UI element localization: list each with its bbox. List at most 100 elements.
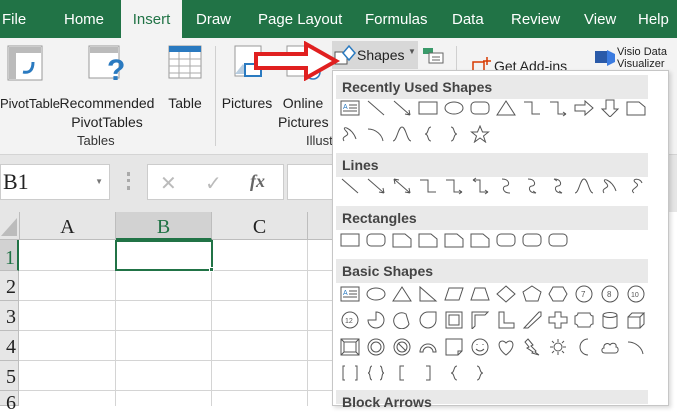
shape-snip-rect-icon[interactable] <box>415 228 441 252</box>
shape-left-bracket-icon[interactable] <box>389 361 415 385</box>
shape-freeform-icon[interactable] <box>337 122 363 146</box>
fill-handle[interactable] <box>209 267 214 272</box>
name-box[interactable]: B1 ▼ <box>0 164 110 200</box>
shape-right-arrow-icon[interactable] <box>571 96 597 120</box>
tab-page-layout[interactable]: Page Layout <box>252 0 348 38</box>
tab-view[interactable]: View <box>578 0 622 38</box>
table-button[interactable]: Table <box>164 44 206 113</box>
column-header-a[interactable]: A <box>20 212 116 240</box>
shape-snip-rect-icon[interactable] <box>623 96 649 120</box>
shape-scribble-icon[interactable] <box>623 174 649 198</box>
shape-hexagon-icon[interactable] <box>545 282 571 306</box>
shape-star-icon[interactable] <box>467 122 493 146</box>
shape-right-brace-icon[interactable] <box>467 361 493 385</box>
shape-cube-icon[interactable] <box>623 308 649 332</box>
shape-donut-icon[interactable] <box>363 335 389 359</box>
row-header-2[interactable]: 2 <box>0 271 19 301</box>
shape-pie-icon[interactable] <box>363 308 389 332</box>
shape-arc-icon[interactable] <box>623 335 649 359</box>
shape-parallelogram-icon[interactable] <box>441 282 467 306</box>
shape-decagon-10-icon[interactable]: 10 <box>623 282 649 306</box>
pivottable-button[interactable]: PivotTable <box>0 44 60 113</box>
shape-elbow-arrow-icon[interactable] <box>441 174 467 198</box>
shapes-button[interactable]: Shapes ▼ <box>332 41 418 69</box>
shape-right-triangle-icon[interactable] <box>415 282 441 306</box>
shape-right-brace-icon[interactable] <box>441 122 467 146</box>
tab-insert[interactable]: Insert <box>121 0 182 38</box>
shape-snip-rect-icon[interactable] <box>389 228 415 252</box>
tab-formulas[interactable]: Formulas <box>359 0 434 38</box>
shape-heart-icon[interactable] <box>493 335 519 359</box>
shape-arc-icon[interactable] <box>363 122 389 146</box>
shape-textbox-icon[interactable]: A <box>337 282 363 306</box>
shape-snip-rect-icon[interactable] <box>441 228 467 252</box>
shape-elbow-icon[interactable] <box>519 96 545 120</box>
shape-rounded-rect-icon[interactable] <box>545 228 571 252</box>
shape-half-frame-icon[interactable] <box>467 308 493 332</box>
shape-curve-connector-icon[interactable] <box>493 174 519 198</box>
row-header-5[interactable]: 5 <box>0 361 19 391</box>
shape-bracket-pair-icon[interactable] <box>337 361 363 385</box>
shape-left-brace-icon[interactable] <box>415 122 441 146</box>
column-header-b[interactable]: B <box>116 212 212 240</box>
shape-elbow-icon[interactable] <box>415 174 441 198</box>
shape-lightning-icon[interactable] <box>519 335 545 359</box>
shape-curve-arrow-icon[interactable] <box>519 174 545 198</box>
tab-draw[interactable]: Draw <box>190 0 237 38</box>
shape-right-bracket-icon[interactable] <box>415 361 441 385</box>
recommended-pivottables-button[interactable]: ? Recommended PivotTables <box>55 44 159 132</box>
shape-no-symbol-icon[interactable] <box>389 335 415 359</box>
shape-textbox-icon[interactable]: A <box>337 96 363 120</box>
shape-trapezoid-icon[interactable] <box>467 282 493 306</box>
shape-moon-icon[interactable] <box>571 335 597 359</box>
tab-review[interactable]: Review <box>505 0 566 38</box>
shape-arrow-icon[interactable] <box>363 174 389 198</box>
row-header-6[interactable]: 6 <box>0 391 19 414</box>
shape-rounded-rect-icon[interactable] <box>493 228 519 252</box>
shape-line-icon[interactable] <box>337 174 363 198</box>
shape-rounded-rect-icon[interactable] <box>467 96 493 120</box>
shape-line-icon[interactable] <box>363 96 389 120</box>
shape-snip-rect-icon[interactable] <box>467 228 493 252</box>
shape-heptagon-7-icon[interactable]: 7 <box>571 282 597 306</box>
shape-l-shape-icon[interactable] <box>493 308 519 332</box>
dropdown-scrollbar[interactable] <box>650 71 668 405</box>
tab-help[interactable]: Help <box>634 0 671 38</box>
shape-cloud-icon[interactable] <box>597 335 623 359</box>
select-all-button[interactable] <box>0 212 20 240</box>
row-header-1[interactable]: 1 <box>0 240 19 271</box>
shape-triangle-icon[interactable] <box>493 96 519 120</box>
shape-dodecagon-12-icon[interactable]: 12 <box>337 308 363 332</box>
shape-curve-icon[interactable] <box>389 122 415 146</box>
shape-freeform-icon[interactable] <box>597 174 623 198</box>
shape-left-brace-icon[interactable] <box>441 361 467 385</box>
column-header-c[interactable]: C <box>212 212 308 240</box>
shape-curve-double-arrow-icon[interactable] <box>545 174 571 198</box>
shape-cross-icon[interactable] <box>545 308 571 332</box>
row-header-3[interactable]: 3 <box>0 301 19 331</box>
shape-curve-icon[interactable] <box>571 174 597 198</box>
insert-function-icon[interactable]: fx <box>250 171 265 192</box>
enter-icon[interactable]: ✓ <box>205 171 222 196</box>
shape-elbow-arrow-icon[interactable] <box>545 96 571 120</box>
visio-data-visualizer-button[interactable]: Visio Data Visualizer <box>617 46 675 70</box>
shape-bevel-icon[interactable] <box>337 335 363 359</box>
shape-double-arrow-icon[interactable] <box>389 174 415 198</box>
shape-down-arrow-icon[interactable] <box>597 96 623 120</box>
shape-chord-icon[interactable] <box>389 308 415 332</box>
tab-file[interactable]: File <box>0 0 32 38</box>
shape-block-arc-icon[interactable] <box>415 335 441 359</box>
shape-folded-corner-icon[interactable] <box>441 335 467 359</box>
shape-teardrop-icon[interactable] <box>415 308 441 332</box>
smartart-icon[interactable] <box>422 46 446 66</box>
tab-home[interactable]: Home <box>58 0 110 38</box>
shape-oval-icon[interactable] <box>441 96 467 120</box>
shape-octagon-8-icon[interactable]: 8 <box>597 282 623 306</box>
shape-plaque-icon[interactable] <box>571 308 597 332</box>
shape-rectangle-icon[interactable] <box>337 228 363 252</box>
shape-elbow-double-arrow-icon[interactable] <box>467 174 493 198</box>
shape-oval-icon[interactable] <box>363 282 389 306</box>
shape-triangle-icon[interactable] <box>389 282 415 306</box>
shape-diamond-icon[interactable] <box>493 282 519 306</box>
shape-rounded-rect-icon[interactable] <box>519 228 545 252</box>
